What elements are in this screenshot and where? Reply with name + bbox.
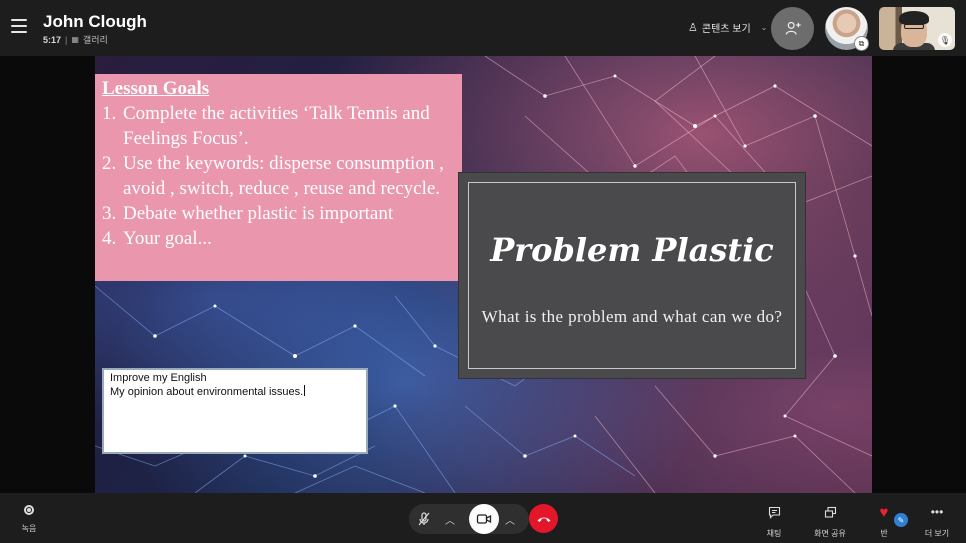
hangup-button[interactable] [529,504,558,533]
list-item: 3. Debate whether plastic is important [102,201,456,226]
add-participant-button[interactable] [771,7,814,50]
goal-number: 2. [102,153,117,174]
list-item: 1. Complete the activities ‘Talk Tennis a… [102,101,456,151]
shared-screen-area: Lesson Goals 1. Complete the activities ‘… [0,56,966,535]
answer-line: My opinion about environmental issues. [110,386,304,398]
hangup-icon [537,517,550,522]
record-label: 녹음 [21,524,37,533]
hamburger-icon[interactable] [11,19,27,33]
screen-share-icon [810,503,850,521]
caller-name: John Clough [43,12,147,31]
camera-options-chevron-icon[interactable]: ︿ [502,509,518,529]
content-view-label: 콘텐츠 보기 [701,24,751,35]
student-answer-textbox[interactable]: Improve my English My opinion about envi… [102,368,368,454]
mic-off-icon [418,512,430,526]
chat-button[interactable]: 채팅 [754,503,794,539]
ellipsis-icon: ••• [930,505,944,519]
status-separator: | [65,34,68,45]
view-mode-label: 갤러리 [82,35,108,45]
goal-text: Complete the activities ‘Talk Tennis and… [123,103,430,149]
lesson-goals-title: Lesson Goals [102,78,210,99]
goal-text: Debate whether plastic is important [123,203,394,224]
chat-icon [754,503,794,521]
add-person-icon [785,21,801,35]
slide-title: Problem Plastic [490,231,774,269]
goal-number: 4. [102,228,117,249]
self-video-tile[interactable]: 🎙︎ [879,7,955,50]
camera-toggle-button[interactable] [469,504,499,534]
mic-toggle-button[interactable] [409,504,439,534]
chevron-down-icon: ⌄ [760,23,768,32]
goal-number: 3. [102,203,117,224]
react-button[interactable]: ♥ ✎ 반 [864,503,908,539]
more-label: 더 보기 [924,529,950,538]
list-item: 2. Use the keywords: disperse consumption… [102,151,456,201]
mic-options-chevron-icon[interactable]: ︿ [442,509,458,529]
video-hair [899,11,929,25]
gallery-icon: ▦ [71,35,79,44]
lesson-goals-box: Lesson Goals 1. Complete the activities ‘… [95,74,462,281]
list-item: 4. Your goal... [102,226,456,251]
slide-subtitle: What is the problem and what can we do? [481,307,783,326]
title-card: Problem Plastic What is the problem and … [459,173,805,378]
goal-text: Use the keywords: disperse consumption ,… [123,153,444,199]
more-options-button[interactable]: ••• 더 보기 [917,503,957,539]
muted-mic-icon: 🎙︎ [938,33,952,47]
screen-share-label: 화면 공유 [814,529,846,538]
edit-pencil-icon: ✎ [894,513,908,527]
participant-avatar[interactable]: ⧉ [825,7,869,51]
content-view-button[interactable]: ♙ 콘텐츠 보기 ⌄ [688,20,767,35]
call-duration: 5:17 [43,34,62,45]
presentation-slide: Lesson Goals 1. Complete the activities ‘… [95,56,872,493]
goal-text: Your goal... [123,228,212,249]
call-header: John Clough 5:17 | ▦ 갤러리 ♙ 콘텐츠 보기 ⌄ ⧉ 🎙︎ [0,0,966,56]
screen-share-badge-icon: ⧉ [854,36,869,51]
record-icon [24,505,34,515]
video-glasses [904,24,924,29]
chat-label: 채팅 [766,529,782,538]
title-card-frame [468,182,796,369]
call-status: 5:17 | ▦ 갤러리 [43,33,108,46]
react-label: 반 [880,529,888,538]
lesson-goals-list: 1. Complete the activities ‘Talk Tennis a… [102,101,456,251]
camera-icon [476,514,492,524]
screen-share-button[interactable]: 화면 공유 [810,503,850,539]
answer-line: Improve my English [110,372,207,384]
text-caret [304,385,306,396]
answer-line-with-caret: My opinion about environmental issues. [110,385,360,399]
record-button[interactable]: 녹음 [14,502,44,534]
person-icon: ♙ [688,22,698,34]
goal-number: 1. [102,103,117,124]
